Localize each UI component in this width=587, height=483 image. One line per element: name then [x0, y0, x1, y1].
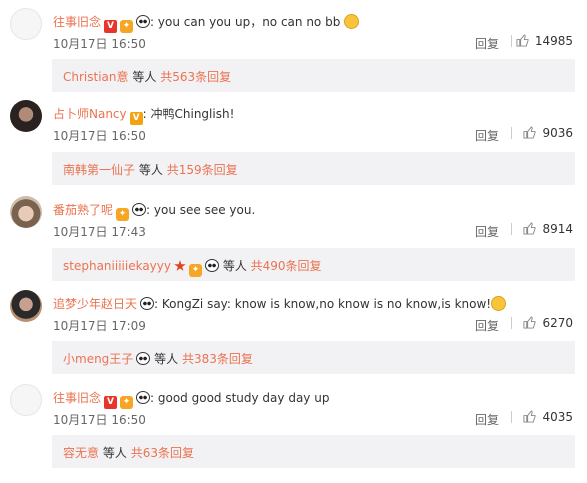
member-badge-icon: ✦ [120, 396, 134, 409]
thumbs-up-icon [516, 34, 529, 47]
sub-reply-mid: 等人 [222, 259, 247, 273]
comment-date: 10月17日 16:50 [53, 37, 146, 51]
comment-date: 10月17日 16:50 [53, 413, 146, 427]
sub-replies[interactable]: stephaniiiiiekayyy ✦ 等人 共490条回复 [52, 248, 575, 281]
sub-replies-text: Christian意 等人 共563条回复 [63, 68, 231, 85]
reply-button[interactable]: 回复 [475, 127, 499, 144]
like-count: 8914 [542, 222, 573, 236]
sub-reply-count[interactable]: 共490条回复 [251, 259, 322, 273]
like-button[interactable]: 8914 [523, 222, 573, 236]
username-link[interactable]: 番茄熟了呢 [53, 203, 113, 217]
divider [511, 223, 512, 235]
flower-emoji-icon [174, 260, 186, 271]
like-button[interactable]: 14985 [516, 34, 573, 48]
divider [511, 127, 512, 139]
comment-text: : you can you up，no can no bb [150, 15, 341, 29]
like-button[interactable]: 9036 [523, 126, 573, 140]
sub-replies[interactable]: 南韩第一仙子 等人 共159条回复 [52, 152, 575, 185]
divider [511, 317, 512, 329]
username-link[interactable]: 往事旧念 [53, 15, 101, 29]
sub-reply-mid: 等人 [102, 446, 127, 460]
sub-reply-user[interactable]: 南韩第一仙子 [63, 163, 135, 177]
thumbs-up-icon [523, 316, 536, 329]
sub-reply-count[interactable]: 共159条回复 [167, 163, 238, 177]
username-link[interactable]: 占卜师Nancy [53, 107, 127, 121]
sub-reply-user[interactable]: stephaniiiiiekayyy [63, 259, 171, 273]
comment-date: 10月17日 16:50 [53, 129, 146, 143]
comment-line: 占卜师Nancy V: 冲鸭Chinglish! [53, 106, 234, 125]
like-count: 4035 [542, 410, 573, 424]
comment-line: 往事旧念 V ✦ : good good study day day up [53, 390, 329, 409]
like-count: 9036 [542, 126, 573, 140]
avatar[interactable] [10, 290, 42, 322]
panda-emoji-icon [140, 297, 155, 310]
verified-icon: V [129, 112, 143, 125]
comment-date: 10月17日 17:09 [53, 319, 146, 333]
comment-text: : 冲鸭Chinglish! [142, 107, 235, 121]
like-button[interactable]: 6270 [523, 316, 573, 330]
panda-emoji-icon [136, 352, 151, 365]
sub-replies-text: 小meng王子 等人 共383条回复 [63, 350, 253, 367]
username-link[interactable]: 往事旧念 [53, 391, 101, 405]
avatar[interactable] [10, 8, 42, 40]
reply-button[interactable]: 回复 [475, 223, 499, 240]
sub-reply-mid: 等人 [132, 70, 157, 84]
sub-reply-mid: 等人 [154, 352, 179, 366]
member-badge-icon: ✦ [188, 264, 202, 277]
comment-text: : KongZi say: know is know,no know is no… [154, 297, 492, 311]
thumbs-up-icon [523, 410, 536, 423]
comment-text: : you see see you. [146, 203, 256, 217]
divider [511, 411, 512, 423]
smile-emoji-icon [491, 296, 507, 311]
verified-icon: V [104, 20, 118, 33]
verified-icon: V [104, 396, 118, 409]
member-badge-icon: ✦ [116, 208, 130, 221]
thumbs-up-icon [523, 222, 536, 235]
sub-reply-user[interactable]: 容无意 [63, 446, 99, 460]
like-count: 6270 [542, 316, 573, 330]
sub-replies-text: 容无意 等人 共63条回复 [63, 444, 194, 461]
username-link[interactable]: 追梦少年赵日天 [53, 297, 137, 311]
reply-button[interactable]: 回复 [475, 35, 499, 52]
sub-reply-user[interactable]: Christian意 [63, 70, 129, 84]
sub-replies[interactable]: 小meng王子 等人 共383条回复 [52, 341, 575, 374]
comment-text: : good good study day day up [150, 391, 330, 405]
panda-emoji-icon [136, 391, 151, 404]
divider [511, 35, 512, 47]
sub-reply-user[interactable]: 小meng王子 [63, 352, 133, 366]
like-count: 14985 [534, 34, 573, 48]
panda-emoji-icon [136, 15, 151, 28]
comment-date: 10月17日 17:43 [53, 225, 146, 239]
panda-emoji-icon [132, 203, 147, 216]
sub-replies[interactable]: Christian意 等人 共563条回复 [52, 59, 575, 92]
thumbs-up-icon [523, 126, 536, 139]
comment-line: 往事旧念 V ✦ : you can you up，no can no bb [53, 14, 360, 33]
avatar[interactable] [10, 384, 42, 416]
avatar[interactable] [10, 196, 42, 228]
sub-reply-count[interactable]: 共563条回复 [160, 70, 231, 84]
sub-reply-count[interactable]: 共383条回复 [182, 352, 253, 366]
sub-replies-text: stephaniiiiiekayyy ✦ 等人 共490条回复 [63, 257, 322, 277]
smile-emoji-icon [344, 14, 360, 29]
reply-button[interactable]: 回复 [475, 317, 499, 334]
like-button[interactable]: 4035 [523, 410, 573, 424]
panda-emoji-icon [204, 259, 219, 272]
avatar[interactable] [10, 100, 42, 132]
comment-line: 番茄熟了呢 ✦ : you see see you. [53, 202, 255, 221]
reply-button[interactable]: 回复 [475, 411, 499, 428]
sub-reply-count[interactable]: 共63条回复 [131, 446, 194, 460]
sub-replies[interactable]: 容无意 等人 共63条回复 [52, 435, 575, 468]
sub-replies-text: 南韩第一仙子 等人 共159条回复 [63, 161, 238, 178]
member-badge-icon: ✦ [120, 20, 134, 33]
sub-reply-mid: 等人 [138, 163, 163, 177]
comment-line: 追梦少年赵日天 : KongZi say: know is know,no kno… [53, 296, 507, 312]
